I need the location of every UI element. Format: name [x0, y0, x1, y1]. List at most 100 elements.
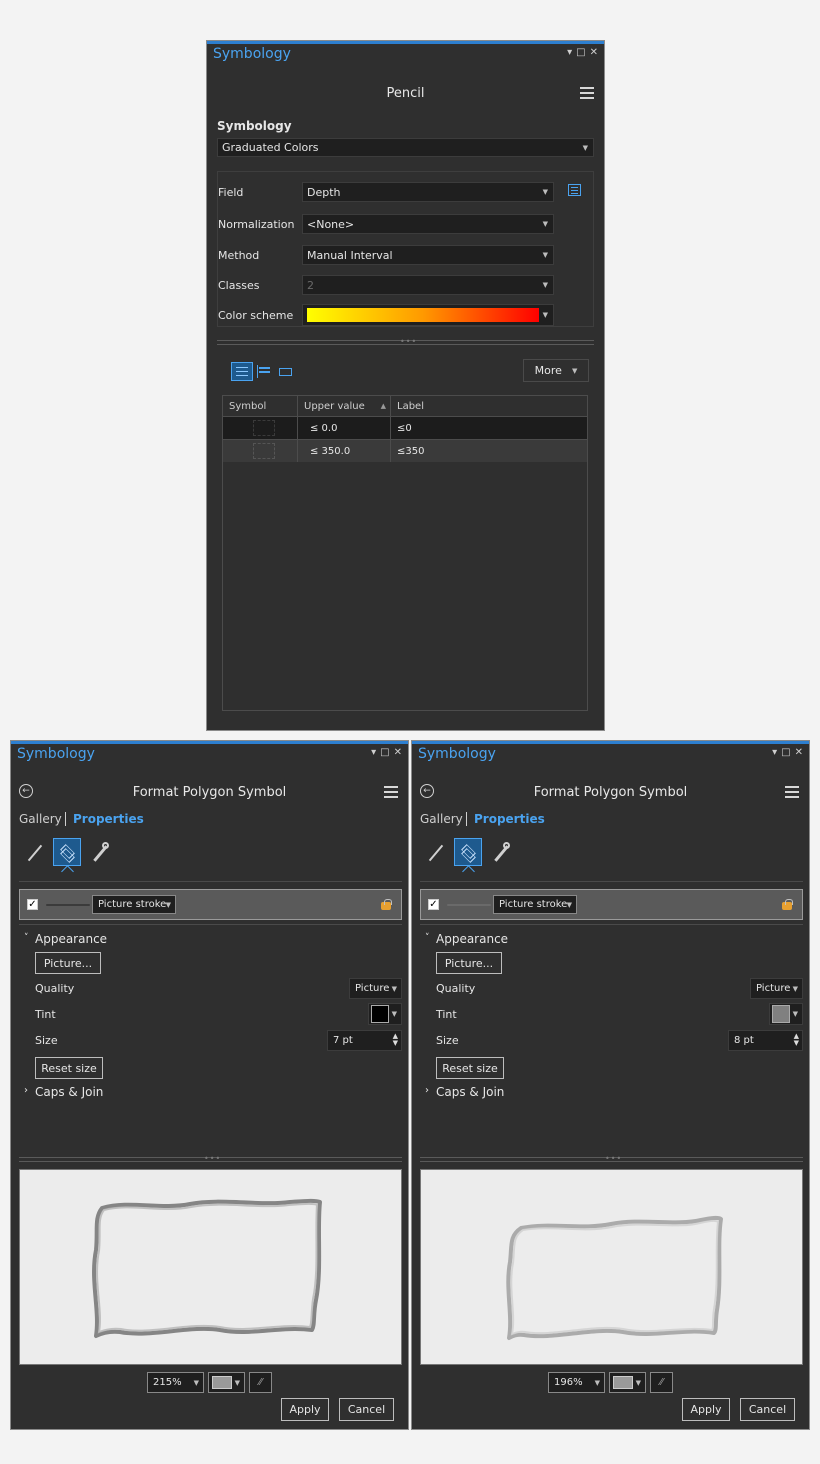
- layer-visibility-checkbox[interactable]: ✓: [27, 899, 38, 910]
- scale-view-icon[interactable]: [279, 365, 293, 378]
- dropdown-icon[interactable]: ▾: [772, 747, 777, 758]
- stroke-preview: [46, 904, 90, 906]
- spinner-icon[interactable]: ▲ ▼: [393, 1033, 398, 1047]
- chevron-down-icon: ▼: [566, 900, 572, 909]
- layer-visibility-checkbox[interactable]: ✓: [428, 899, 439, 910]
- reset-size-button[interactable]: Reset size: [436, 1057, 504, 1079]
- apply-button[interactable]: Apply: [281, 1398, 329, 1421]
- table-row[interactable]: ≤ 350.0 ≤350: [223, 439, 587, 462]
- layers-icon[interactable]: [53, 838, 81, 866]
- stroke-preview: [447, 904, 491, 906]
- maximize-icon[interactable]: □: [576, 47, 585, 58]
- dropdown-icon[interactable]: ▾: [371, 747, 376, 758]
- layer-type-dropdown[interactable]: Picture stroke ▼: [493, 895, 577, 914]
- splitter-grip[interactable]: •••: [605, 1154, 622, 1163]
- chevron-down-icon[interactable]: ˅: [425, 933, 430, 943]
- normalization-value: <None>: [307, 217, 355, 231]
- caps-join-section-label[interactable]: Caps & Join: [35, 1085, 103, 1099]
- dropdown-icon[interactable]: ▾: [567, 47, 572, 58]
- menu-icon[interactable]: [580, 87, 594, 99]
- more-button[interactable]: More ▼: [523, 359, 589, 382]
- layer-type-dropdown[interactable]: Picture stroke ▼: [92, 895, 176, 914]
- cancel-button[interactable]: Cancel: [740, 1398, 795, 1421]
- zoom-value: 196%: [554, 1377, 583, 1388]
- size-input[interactable]: 8 pt ▲ ▼: [728, 1030, 803, 1051]
- pane-title: Symbology: [418, 746, 496, 762]
- tab-properties[interactable]: Properties: [73, 812, 144, 826]
- upper-value-cell[interactable]: ≤ 0.0: [298, 417, 391, 439]
- spinner-icon[interactable]: ▲ ▼: [794, 1033, 799, 1047]
- tint-color-picker[interactable]: ▼: [368, 1003, 402, 1025]
- background-color-picker[interactable]: ▼: [208, 1372, 245, 1393]
- brush-icon[interactable]: [25, 842, 45, 864]
- zoom-dropdown[interactable]: 215% ▼: [147, 1372, 204, 1393]
- chevron-down-icon[interactable]: ˅: [24, 933, 29, 943]
- label-cell[interactable]: ≤350: [391, 440, 587, 462]
- upper-value-cell[interactable]: ≤ 350.0: [298, 440, 391, 462]
- classes-dropdown[interactable]: 2 ▼: [302, 275, 554, 295]
- lock-layer-icon[interactable]: [780, 898, 794, 912]
- layers-icon[interactable]: [454, 838, 482, 866]
- tab-gallery[interactable]: Gallery: [420, 812, 463, 826]
- splitter-grip[interactable]: •••: [204, 1154, 221, 1163]
- tab-gallery[interactable]: Gallery: [19, 812, 62, 826]
- caps-join-section-label[interactable]: Caps & Join: [436, 1085, 504, 1099]
- picture-button[interactable]: Picture...: [35, 952, 101, 974]
- classes-view-icon[interactable]: [231, 362, 253, 381]
- wrench-icon[interactable]: [89, 842, 111, 864]
- expression-icon[interactable]: [568, 184, 581, 196]
- histogram-view-icon[interactable]: [257, 365, 271, 378]
- tint-label: Tint: [35, 1008, 56, 1021]
- splitter-grip[interactable]: •••: [400, 337, 417, 346]
- quality-dropdown[interactable]: Picture ▼: [349, 978, 402, 999]
- symbol-cell[interactable]: [223, 417, 298, 439]
- label-cell[interactable]: ≤0: [391, 417, 587, 439]
- quality-dropdown[interactable]: Picture ▼: [750, 978, 803, 999]
- appearance-section-label[interactable]: Appearance: [35, 932, 107, 946]
- layer-heading: Pencil: [386, 86, 425, 101]
- column-header-label[interactable]: Label: [391, 396, 587, 416]
- window-controls: ▾ □ ✕: [371, 747, 402, 758]
- menu-icon[interactable]: [384, 786, 398, 798]
- polygon-preview-shape: [92, 1198, 322, 1338]
- toggle-grid-icon[interactable]: ⁄⁄: [650, 1372, 673, 1393]
- brush-icon[interactable]: [426, 842, 446, 864]
- reset-size-button[interactable]: Reset size: [35, 1057, 103, 1079]
- size-input[interactable]: 7 pt ▲ ▼: [327, 1030, 402, 1051]
- column-header-symbol[interactable]: Symbol: [223, 396, 298, 416]
- method-dropdown[interactable]: Manual Interval ▼: [302, 245, 554, 265]
- menu-icon[interactable]: [785, 786, 799, 798]
- chevron-right-icon[interactable]: ›: [425, 1085, 429, 1096]
- maximize-icon[interactable]: □: [781, 747, 790, 758]
- renderer-value: Graduated Colors: [222, 141, 319, 154]
- sort-icon: ▲: [380, 402, 386, 410]
- chevron-right-icon[interactable]: ›: [24, 1085, 28, 1096]
- close-icon[interactable]: ✕: [590, 47, 598, 58]
- toggle-grid-icon[interactable]: ⁄⁄: [249, 1372, 272, 1393]
- lock-layer-icon[interactable]: [379, 898, 393, 912]
- picture-button[interactable]: Picture...: [436, 952, 502, 974]
- appearance-section-label[interactable]: Appearance: [436, 932, 508, 946]
- tint-color-picker[interactable]: ▼: [769, 1003, 803, 1025]
- close-icon[interactable]: ✕: [795, 747, 803, 758]
- normalization-dropdown[interactable]: <None> ▼: [302, 214, 554, 234]
- wrench-icon[interactable]: [490, 842, 512, 864]
- apply-button[interactable]: Apply: [682, 1398, 730, 1421]
- symbol-layer-row[interactable]: ✓ Picture stroke ▼: [19, 889, 402, 920]
- zoom-dropdown[interactable]: 196% ▼: [548, 1372, 605, 1393]
- symbol-cell[interactable]: [223, 440, 298, 462]
- column-header-upper-value[interactable]: Upper value ▲: [298, 396, 391, 416]
- tab-properties[interactable]: Properties: [474, 812, 545, 826]
- symbol-layer-row[interactable]: ✓ Picture stroke ▼: [420, 889, 803, 920]
- cancel-button[interactable]: Cancel: [339, 1398, 394, 1421]
- field-dropdown[interactable]: Depth ▼: [302, 182, 554, 202]
- maximize-icon[interactable]: □: [380, 747, 389, 758]
- table-row[interactable]: ≤ 0.0 ≤0: [223, 416, 587, 439]
- background-color-picker[interactable]: ▼: [609, 1372, 646, 1393]
- tab-divider: [466, 812, 467, 826]
- method-label: Method: [218, 249, 260, 262]
- renderer-dropdown[interactable]: Graduated Colors ▼: [217, 138, 594, 157]
- color-scheme-dropdown[interactable]: ▼: [302, 304, 554, 326]
- close-icon[interactable]: ✕: [394, 747, 402, 758]
- quality-value: Picture: [756, 983, 791, 994]
